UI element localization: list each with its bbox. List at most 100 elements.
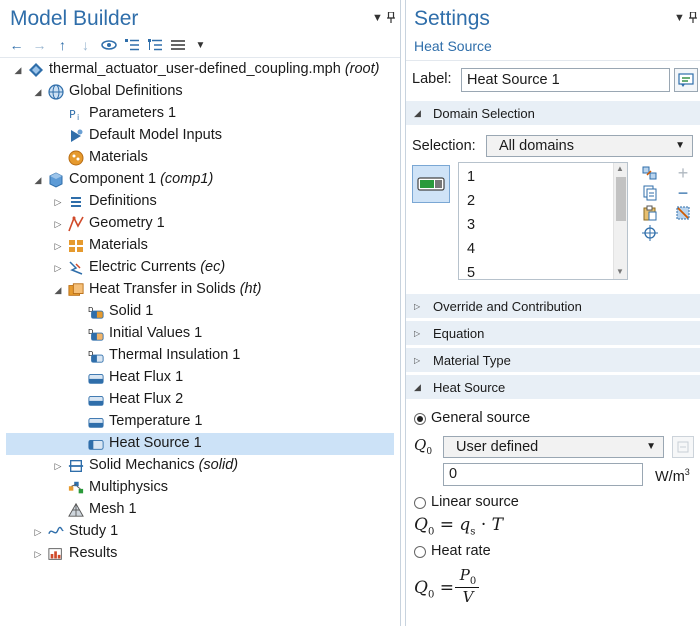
linear-source-radio[interactable] [414,497,426,509]
section-domain-selection[interactable]: ◢ Domain Selection [406,101,700,125]
tree-node[interactable]: Heat Flux 1 [6,367,394,389]
active-toggle-button[interactable] [412,165,450,203]
move-up-icon[interactable]: ↑ [54,37,71,54]
tree-node[interactable]: D Thermal Insulation 1 [6,345,394,367]
pin-icon[interactable] [387,11,395,26]
show-icon[interactable] [100,37,117,54]
tree-node[interactable]: ◢ Component 1 (comp1) [6,169,394,191]
expand-caret-icon[interactable]: ▷ [52,240,64,252]
domain-list[interactable]: ▲ ▼ 1 2 3 4 5 [458,162,628,280]
tree-node[interactable]: ▷ Study 1 [6,521,394,543]
general-source-label: General source [431,410,531,426]
expand-caret-icon[interactable]: ▷ [32,526,44,538]
label-input[interactable]: Heat Source 1 [461,68,670,92]
tree-node[interactable]: ◢ Heat Transfer in Solids (ht) [6,279,394,301]
model-inputs-icon [68,128,84,144]
remove-selection-icon[interactable]: − [674,183,692,203]
list-icon[interactable] [169,37,186,54]
label-edit-button[interactable] [674,68,698,92]
section-heat-source[interactable]: ◢ Heat Source [406,375,700,399]
forward-arrow-icon[interactable]: → [31,37,48,54]
section-equation[interactable]: ▷ Equation [406,321,700,345]
tree-node[interactable]: D Solid 1 [6,301,394,323]
collapse-caret-icon[interactable]: ◢ [12,64,24,76]
heat-rate-radio[interactable] [414,546,426,558]
q0-label: Q0 [414,436,433,457]
expand-caret-icon[interactable]: ▷ [52,218,64,230]
copy-selection-icon[interactable] [641,184,659,202]
tree-node[interactable]: Heat Source 1 [6,433,394,455]
tree-node-label: Parameters 1 [89,105,177,121]
tree-node[interactable]: Materials [6,147,394,169]
collapse-caret-icon[interactable]: ◢ [52,284,64,296]
domain-list-item[interactable]: 1 [467,169,475,185]
add-selection-icon[interactable]: + [674,163,692,183]
expand-caret-icon[interactable]: ▷ [52,262,64,274]
panel-menu-icon[interactable]: ▼ [372,12,383,24]
expand-caret-icon[interactable]: ▷ [52,196,64,208]
back-arrow-icon[interactable]: ← [8,37,25,54]
tree-node[interactable]: Heat Flux 2 [6,389,394,411]
domain-list-scrollbar[interactable]: ▲ ▼ [613,163,627,279]
heat-flux-icon [88,392,104,408]
dropdown-icon[interactable]: ▼ [192,37,209,54]
scrollbar-thumb[interactable] [616,177,626,221]
section-material-type[interactable]: ▷ Material Type [406,348,700,372]
geometry-icon [68,216,84,232]
tree-node-label: Multiphysics [89,479,168,495]
expand-all-icon[interactable] [146,37,163,54]
q0-options-button[interactable] [672,436,694,458]
expand-caret-icon[interactable]: ▷ [52,460,64,472]
tree-node[interactable]: Multiphysics [6,477,394,499]
electric-currents-icon [68,260,84,276]
tree-node-label: Results [69,545,118,561]
domain-list-item[interactable]: 4 [467,241,475,257]
tree-node[interactable]: ▷ Materials [6,235,394,257]
domain-list-item[interactable]: 3 [467,217,475,233]
pin-icon[interactable] [689,11,697,26]
heat-transfer-icon [68,282,84,298]
move-down-icon[interactable]: ↓ [77,37,94,54]
clear-selection-icon[interactable] [674,204,692,222]
tree-node[interactable]: ▷ Solid Mechanics (solid) [6,455,394,477]
tree-node[interactable]: ▷ Results [6,543,394,565]
initial-values-icon: D [88,326,104,342]
tree-node-label: Temperature 1 [109,413,203,429]
select-from-graphics-icon[interactable] [641,164,659,182]
svg-text:P: P [69,108,76,121]
linear-source-equation: Q0 = qs · T [414,515,503,538]
tree-node[interactable]: Default Model Inputs [6,125,394,147]
tree-node[interactable]: Pi Parameters 1 [6,103,394,125]
q0-type-combo[interactable]: User defined ▼ [443,436,664,458]
tree-node[interactable]: ◢ Global Definitions [6,81,394,103]
collapse-caret-icon[interactable]: ◢ [32,174,44,186]
tree-node[interactable]: ▷ Electric Currents (ec) [6,257,394,279]
chevron-down-icon: ▼ [646,441,656,452]
tree-node-label: Solid 1 [109,303,154,319]
scroll-up-icon[interactable]: ▲ [616,164,624,173]
tree-node-label: Solid Mechanics (solid) [89,457,239,473]
tree-node[interactable]: ▷ Definitions [6,191,394,213]
tree-node-label: Heat Flux 2 [109,391,184,407]
domain-list-item[interactable]: 2 [467,193,475,209]
collapse-all-icon[interactable] [123,37,140,54]
tree-node[interactable]: ▷ Geometry 1 [6,213,394,235]
tree-node[interactable]: Mesh 1 [6,499,394,521]
paste-selection-icon[interactable] [641,204,659,222]
collapse-caret-icon[interactable]: ◢ [32,86,44,98]
tree-node-tag: (solid) [194,457,239,473]
tree-node[interactable]: ◢ thermal_actuator_user-defined_coupling.… [6,59,394,81]
general-source-radio[interactable] [414,413,426,425]
q0-value-input[interactable]: 0 [443,463,643,486]
tree-node-label: Default Model Inputs [89,127,222,143]
tree-node[interactable]: Temperature 1 [6,411,394,433]
expand-caret-icon[interactable]: ▷ [32,548,44,560]
tree-node[interactable]: D Initial Values 1 [6,323,394,345]
selection-combo[interactable]: All domains ▼ [486,135,693,157]
tree-node-label: Initial Values 1 [109,325,203,341]
panel-menu-icon[interactable]: ▼ [674,12,685,24]
section-override-and-contribution[interactable]: ▷ Override and Contribution [406,294,700,318]
domain-list-item[interactable]: 5 [467,265,475,279]
zoom-to-selection-icon[interactable] [641,224,659,242]
scroll-down-icon[interactable]: ▼ [616,267,624,276]
